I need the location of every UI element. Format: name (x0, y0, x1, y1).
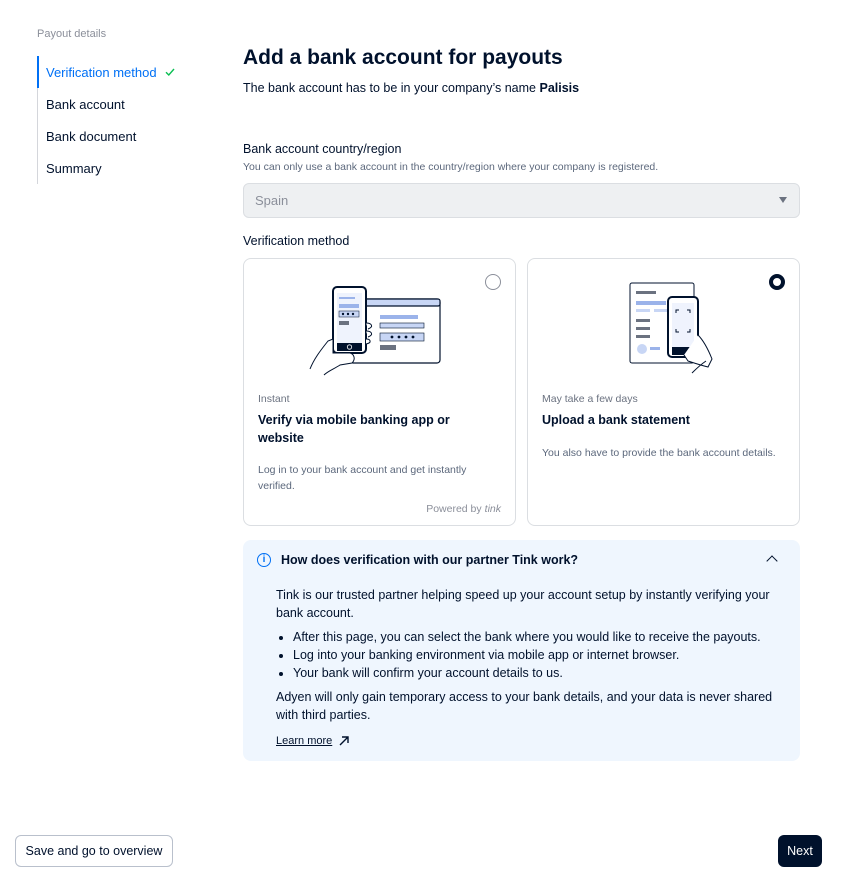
step-label: Verification method (46, 64, 157, 80)
sidebar-heading: Payout details (37, 28, 107, 40)
option-card-statement[interactable]: May take a few days Upload a bank statem… (527, 258, 800, 526)
country-field-help: You can only use a bank account in the c… (243, 161, 659, 173)
page-title: Add a bank account for payouts (243, 46, 563, 69)
learn-more-link[interactable]: Learn more (276, 732, 786, 750)
info-bullet: After this page, you can select the bank… (293, 628, 786, 646)
external-arrow-icon (339, 736, 349, 746)
next-button[interactable]: Next (778, 835, 822, 867)
info-header[interactable]: i How does verification with our partner… (257, 553, 578, 567)
tink-logo: tink (484, 503, 501, 515)
option-kicker: Instant (258, 393, 290, 405)
info-outro: Adyen will only gain temporary access to… (276, 690, 773, 722)
step-bank-account[interactable]: Bank account (38, 88, 207, 120)
save-and-go-to-overview-button[interactable]: Save and go to overview (15, 835, 173, 867)
step-bank-document[interactable]: Bank document (38, 120, 207, 152)
document-scan-illustration (528, 279, 799, 379)
steps-nav: Verification method Bank account Bank do… (37, 56, 207, 184)
chevron-up-icon[interactable] (766, 555, 778, 567)
verification-method-label: Verification method (243, 234, 350, 248)
company-name: Palisis (539, 81, 580, 95)
page-subtitle: The bank account has to be in your compa… (243, 81, 800, 95)
step-verification-method[interactable]: Verification method (37, 56, 207, 88)
country-field-label: Bank account country/region (243, 142, 402, 156)
option-description: You also have to provide the bank accoun… (542, 447, 776, 459)
option-description: Log in to your bank account and get inst… (258, 464, 467, 492)
option-title: Verify via mobile banking app or website (258, 413, 450, 445)
info-icon: i (257, 553, 271, 567)
option-title: Upload a bank statement (542, 413, 690, 427)
powered-by-tink: Powered by tink (426, 503, 501, 515)
step-label: Bank document (46, 128, 137, 144)
step-label: Bank account (46, 96, 125, 112)
step-label: Summary (46, 160, 102, 176)
step-summary[interactable]: Summary (38, 152, 207, 184)
country-select[interactable]: Spain (243, 183, 800, 218)
caret-down-icon (779, 197, 787, 203)
option-kicker: May take a few days (542, 393, 638, 405)
tink-info-panel: i How does verification with our partner… (243, 540, 800, 761)
subtitle-text: The bank account has to be in your compa… (243, 81, 536, 95)
info-body: Tink is our trusted partner helping spee… (276, 586, 786, 750)
info-intro: Tink is our trusted partner helping spee… (276, 588, 770, 620)
phone-browser-illustration (244, 279, 515, 379)
info-bullet-list: After this page, you can select the bank… (276, 628, 786, 682)
learn-more-label: Learn more (276, 735, 333, 747)
check-icon (165, 68, 175, 77)
info-title: How does verification with our partner T… (281, 553, 579, 567)
info-bullet: Your bank will confirm your account deta… (293, 664, 786, 682)
country-select-value: Spain (255, 193, 289, 208)
option-card-instant[interactable]: Instant Verify via mobile banking app or… (243, 258, 516, 526)
info-bullet: Log into your banking environment via mo… (293, 646, 786, 664)
powered-by-label: Powered by (426, 503, 482, 515)
